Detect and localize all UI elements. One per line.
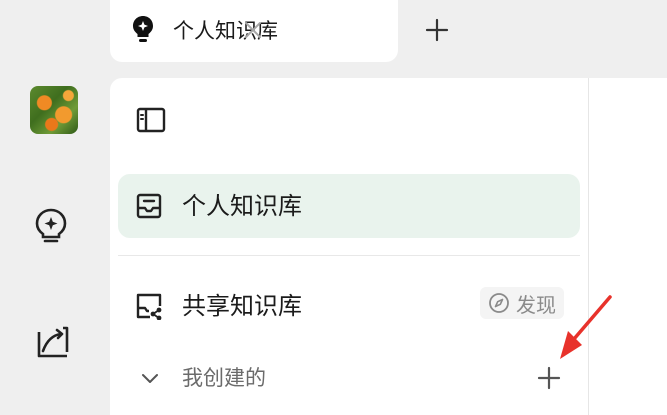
compass-icon [489, 293, 509, 313]
nav-item-label: 共享知识库 [182, 292, 302, 320]
discover-label: 发现 [516, 292, 556, 317]
plus-icon[interactable] [535, 364, 563, 392]
annotation-arrow [560, 295, 612, 359]
chevron-down-icon[interactable] [138, 366, 162, 390]
group-created-by-me[interactable]: 我创建的 [118, 358, 580, 398]
knowledge-panel: 个人知识库 共享知识库 发现 我创建的 [110, 78, 667, 415]
chart-icon[interactable] [33, 322, 73, 362]
close-icon[interactable] [241, 18, 265, 42]
panel-divider [588, 78, 589, 415]
shared-kb-icon [136, 293, 162, 320]
bulb-icon [133, 16, 153, 42]
knowledge-base-icon [136, 193, 162, 219]
avatar[interactable] [30, 86, 78, 134]
group-label: 我创建的 [182, 366, 266, 390]
bulb-outline-icon[interactable] [31, 206, 71, 246]
new-tab-plus-icon[interactable] [424, 17, 450, 43]
nav-item-personal-kb[interactable]: 个人知识库 [118, 174, 580, 238]
section-divider [118, 255, 580, 256]
tab-personal-kb[interactable]: 个人知识库 [110, 0, 398, 62]
sidebar-toggle-icon[interactable] [135, 104, 167, 136]
nav-item-label: 个人知识库 [182, 192, 302, 220]
